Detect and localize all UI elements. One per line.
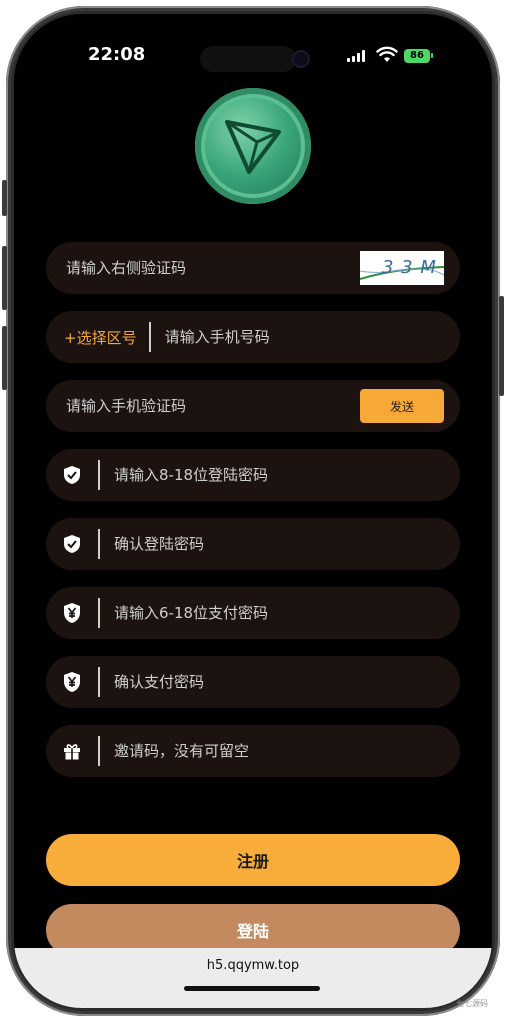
register-button[interactable]: 注册 xyxy=(46,834,460,886)
invite-field xyxy=(46,724,460,778)
screen: 22:08 86 3 3 M +选择区号 xyxy=(14,14,492,1008)
home-indicator[interactable] xyxy=(184,986,320,991)
sms-field: 发送 xyxy=(46,379,460,433)
phone-field: +选择区号 xyxy=(46,310,460,364)
url-text: h5.qqymw.top xyxy=(206,958,300,973)
tron-triangle-icon xyxy=(225,120,281,174)
field-divider xyxy=(148,322,151,352)
battery-level: 86 xyxy=(410,50,424,61)
field-divider xyxy=(98,736,100,766)
field-divider xyxy=(98,529,100,559)
gift-icon xyxy=(46,742,98,760)
captcha-input[interactable] xyxy=(64,241,360,295)
shield-check-icon xyxy=(46,465,98,485)
captcha-image[interactable]: 3 3 M xyxy=(360,251,444,285)
confirm-login-input[interactable] xyxy=(112,517,460,571)
captcha-field: 3 3 M xyxy=(46,241,460,295)
power-button xyxy=(499,296,504,396)
volume-up-button xyxy=(2,246,7,310)
tron-logo xyxy=(195,88,311,204)
shield-yen-icon xyxy=(46,602,98,624)
field-divider xyxy=(98,598,100,628)
login-password-input[interactable] xyxy=(112,448,460,502)
wifi-icon xyxy=(376,46,398,62)
invite-code-input[interactable] xyxy=(112,724,460,778)
browser-url-bar[interactable]: h5.qqymw.top xyxy=(14,948,492,1008)
shield-check-icon xyxy=(46,534,98,554)
volume-down-button xyxy=(2,326,7,390)
status-time: 22:08 xyxy=(88,44,146,65)
battery-nub xyxy=(431,53,433,58)
pay-password-input[interactable] xyxy=(112,586,460,640)
confirm-login-field xyxy=(46,517,460,571)
camera-icon xyxy=(292,50,310,68)
status-bar: 22:08 86 xyxy=(14,14,492,72)
login-password-field xyxy=(46,448,460,502)
captcha-text: 3 3 M xyxy=(382,257,437,278)
watermark: 七七源码 xyxy=(456,999,488,1008)
send-code-button[interactable]: 发送 xyxy=(360,389,444,423)
battery-icon: 86 xyxy=(404,49,430,63)
pay-password-field xyxy=(46,586,460,640)
confirm-pay-input[interactable] xyxy=(112,655,460,709)
field-divider xyxy=(98,667,100,697)
dynamic-island xyxy=(200,46,296,72)
shield-yen-icon xyxy=(46,671,98,693)
action-button xyxy=(2,180,7,216)
zone-select[interactable]: +选择区号 xyxy=(64,327,137,348)
sms-code-input[interactable] xyxy=(64,379,360,433)
confirm-pay-field xyxy=(46,655,460,709)
field-divider xyxy=(98,460,100,490)
signal-icon xyxy=(347,50,365,62)
phone-input[interactable] xyxy=(162,310,460,364)
